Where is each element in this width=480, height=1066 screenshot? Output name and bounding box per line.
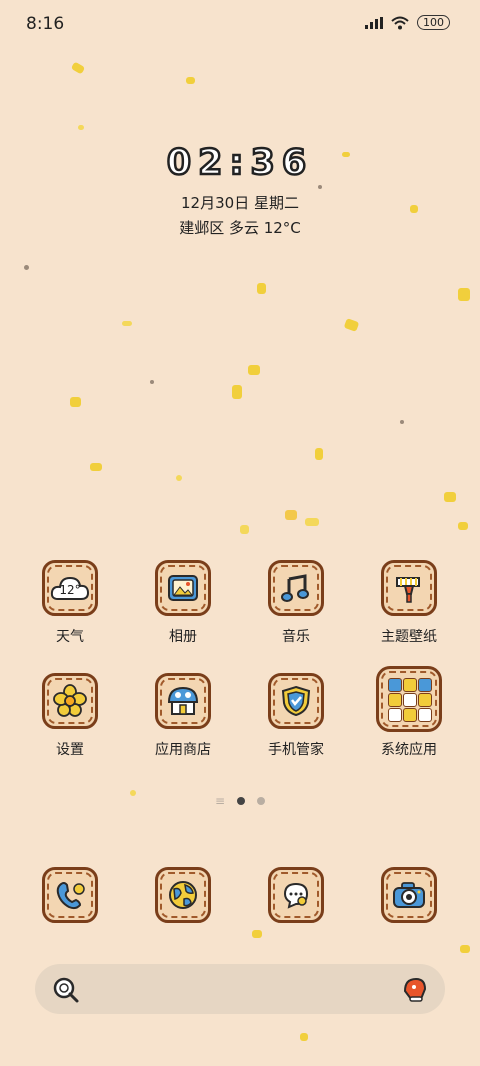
dock-browser[interactable] — [133, 867, 233, 923]
app-settings[interactable]: 设置 — [20, 673, 120, 759]
app-weather[interactable]: 12° 天气 — [20, 560, 120, 646]
app-label: 应用商店 — [155, 742, 211, 758]
browser-globe-icon — [169, 881, 197, 909]
clock-widget[interactable]: 02:36 — [0, 142, 480, 185]
music-note-icon — [281, 574, 309, 602]
phone-icon — [56, 882, 85, 910]
weather-temp-text: 12° — [59, 583, 80, 597]
app-security[interactable]: 手机管家 — [246, 673, 346, 759]
settings-flower-icon — [53, 684, 87, 717]
voice-assistant-icon[interactable] — [401, 975, 429, 1003]
status-time: 8:16 — [26, 14, 65, 34]
app-label: 音乐 — [282, 629, 310, 645]
app-label: 设置 — [56, 742, 84, 758]
page-dot-1[interactable] — [237, 797, 246, 805]
weather-summary[interactable]: 建邺区 多云 12°C — [0, 217, 480, 238]
battery-indicator: 100 — [417, 15, 450, 30]
app-label: 主题壁纸 — [381, 629, 437, 645]
weather-cloud-icon: 12° — [50, 576, 90, 600]
app-store[interactable]: 应用商店 — [133, 673, 233, 759]
dock-camera[interactable] — [359, 867, 459, 923]
gallery-icon — [168, 575, 198, 601]
dock-messages[interactable] — [246, 867, 346, 923]
app-store-icon — [167, 686, 199, 715]
wifi-icon — [391, 16, 409, 29]
app-label: 天气 — [56, 629, 84, 645]
folder-system-apps[interactable]: 系统应用 — [359, 666, 459, 766]
date-label: 12月30日 星期二 — [181, 194, 299, 212]
theme-brush-icon — [396, 577, 420, 603]
page-dot-2[interactable] — [257, 797, 266, 805]
folder-icon — [376, 666, 442, 732]
app-label: 相册 — [169, 629, 197, 645]
dock-phone[interactable] — [20, 867, 120, 923]
app-label: 手机管家 — [268, 742, 324, 758]
app-drawer-indicator-icon[interactable]: ≡ — [215, 795, 225, 807]
security-shield-icon — [281, 685, 311, 717]
app-label: 系统应用 — [381, 742, 437, 758]
app-music[interactable]: 音乐 — [246, 560, 346, 646]
signal-icon — [365, 16, 383, 29]
search-bar[interactable] — [35, 964, 445, 1014]
camera-icon — [393, 882, 425, 908]
search-icon[interactable] — [52, 976, 80, 1004]
messages-icon — [283, 882, 309, 909]
app-theme[interactable]: 主题壁纸 — [359, 560, 459, 646]
page-indicator[interactable]: ≡ — [0, 795, 480, 807]
status-bar: 8:16 100 — [0, 0, 480, 50]
app-gallery[interactable]: 相册 — [133, 560, 233, 646]
